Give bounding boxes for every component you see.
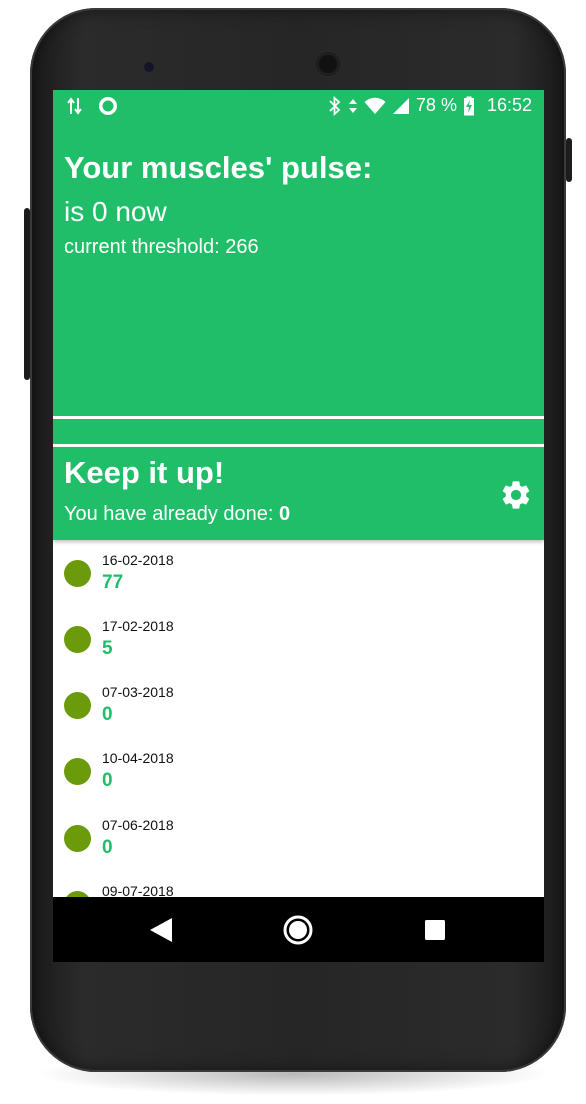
status-dot-icon: [64, 692, 91, 719]
done-label: You have already done:: [64, 503, 279, 525]
session-value: 77: [102, 572, 124, 593]
battery-charging-icon: [463, 96, 474, 115]
wifi-icon: [364, 97, 386, 114]
app-screen: 78 % 16:52 Your muscles' pulse: is 0 now…: [53, 90, 544, 962]
session-value: 0: [102, 837, 113, 858]
done-count: 0: [279, 503, 291, 525]
pulse-panel: Your muscles' pulse: is 0 now current th…: [53, 124, 544, 416]
session-date: 07-06-2018: [102, 817, 174, 833]
device-stage: 78 % 16:52 Your muscles' pulse: is 0 now…: [0, 0, 586, 1104]
summary-title: Keep it up!: [64, 455, 225, 490]
status-bar: 78 % 16:52: [53, 90, 544, 124]
battery-text: 78 %: [415, 95, 457, 115]
navigation-bar: [53, 897, 544, 962]
bluetooth-icon: [329, 95, 341, 116]
data-transfer-icon: [67, 97, 82, 115]
done-summary: You have already done: 0: [64, 503, 290, 526]
list-item[interactable]: 17-02-2018 5: [53, 606, 544, 672]
signal-icon: [392, 97, 409, 114]
pulse-value: is 0 now: [64, 196, 167, 227]
status-dot-icon: [64, 560, 91, 587]
session-date: 09-07-2018: [102, 883, 174, 897]
sync-app-icon: [99, 97, 117, 115]
session-list[interactable]: 16-02-2018 77 17-02-2018 5 07-03-2018 0 …: [53, 540, 544, 897]
back-triangle-icon: [150, 917, 172, 942]
list-item[interactable]: 09-07-2018: [53, 871, 544, 897]
recents-button[interactable]: [395, 897, 475, 962]
status-dot-icon: [64, 626, 91, 653]
session-value: 5: [102, 638, 113, 659]
summary-panel: Keep it up! You have already done: 0: [53, 447, 544, 540]
list-item[interactable]: 07-03-2018 0: [53, 672, 544, 738]
session-date: 17-02-2018: [102, 618, 174, 634]
home-circle-icon: [283, 915, 313, 944]
proximity-sensor: [144, 62, 154, 72]
session-date: 07-03-2018: [102, 684, 174, 700]
session-date: 16-02-2018: [102, 552, 174, 568]
volume-button: [566, 138, 572, 182]
session-date: 10-04-2018: [102, 750, 174, 766]
status-dot-icon: [64, 825, 91, 852]
list-item[interactable]: 07-06-2018 0: [53, 805, 544, 871]
status-dot-icon: [64, 758, 91, 785]
clock-text: 16:52: [486, 95, 532, 115]
power-button: [24, 208, 30, 380]
back-button[interactable]: [121, 897, 201, 962]
pulse-title: Your muscles' pulse:: [64, 150, 373, 185]
data-arrows-icon: [348, 98, 357, 113]
section-divider: [53, 416, 544, 447]
home-button[interactable]: [258, 897, 338, 962]
list-item[interactable]: 10-04-2018 0: [53, 738, 544, 804]
front-camera: [316, 52, 340, 76]
threshold-text: current threshold: 266: [64, 236, 259, 258]
list-item[interactable]: 16-02-2018 77: [53, 540, 544, 606]
session-value: 0: [102, 704, 113, 725]
recents-square-icon: [425, 919, 445, 940]
gear-icon[interactable]: [499, 478, 533, 512]
session-value: 0: [102, 770, 113, 791]
